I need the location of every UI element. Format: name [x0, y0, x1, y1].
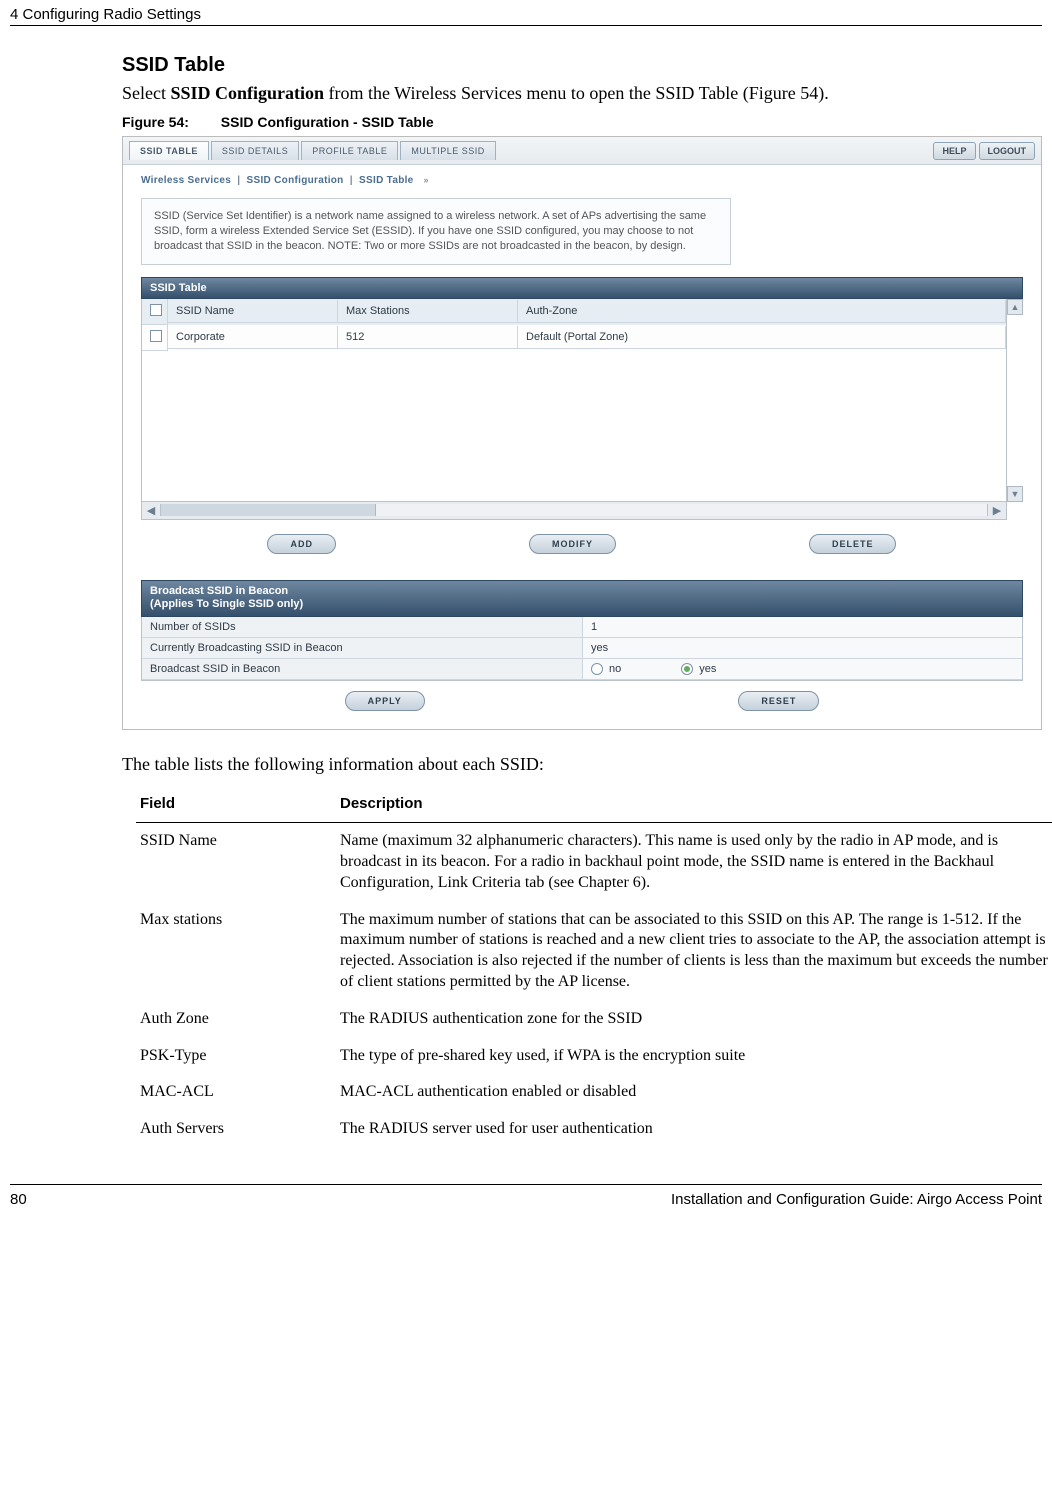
figure-title: SSID Configuration - SSID Table: [221, 114, 434, 130]
fd-desc: The RADIUS authentication zone for the S…: [336, 1001, 1052, 1038]
breadcrumb-0: Wireless Services: [141, 175, 231, 186]
section-title-broadcast: Broadcast SSID in Beacon (Applies To Sin…: [141, 580, 1023, 618]
fd-head-field: Field: [136, 789, 336, 823]
tab-ssid-details[interactable]: SSID DETAILS: [211, 141, 299, 160]
figure-number: Figure 54:: [122, 114, 189, 130]
apply-button[interactable]: APPLY: [345, 691, 425, 711]
fd-desc: The type of pre-shared key used, if WPA …: [336, 1038, 1052, 1075]
header-rule: [10, 25, 1042, 26]
fd-field: MAC-ACL: [136, 1074, 336, 1111]
table-action-row: ADD MODIFY DELETE: [141, 520, 1023, 568]
num-ssids-label: Number of SSIDs: [142, 617, 582, 638]
tab-ssid-table[interactable]: SSID TABLE: [129, 141, 209, 160]
figure-caption: Figure 54: SSID Configuration - SSID Tab…: [122, 114, 1042, 130]
num-ssids-value: 1: [582, 617, 1022, 638]
field-description-table: Field Description SSID NameName (maximum…: [136, 789, 1052, 1148]
fd-desc: Name (maximum 32 alphanumeric characters…: [336, 823, 1052, 902]
intro-bold: SSID Configuration: [170, 83, 324, 103]
fd-desc: The RADIUS server used for user authenti…: [336, 1111, 1052, 1148]
page-number: 80: [10, 1191, 27, 1208]
fd-field: SSID Name: [136, 823, 336, 902]
breadcrumb-chevron-icon: »: [421, 175, 429, 185]
fd-field: PSK-Type: [136, 1038, 336, 1075]
ssid-table-head: SSID Name Max Stations Auth-Zone: [142, 299, 1006, 325]
broadcast-title-l1: Broadcast SSID in Beacon: [150, 585, 288, 597]
table-row[interactable]: Corporate 512 Default (Portal Zone): [142, 325, 1006, 351]
delete-button[interactable]: DELETE: [809, 534, 897, 554]
table-row: Auth ServersThe RADIUS server used for u…: [136, 1111, 1052, 1148]
breadcrumb: Wireless Services | SSID Configuration |…: [123, 165, 1041, 192]
screenshot-ssid-config: SSID TABLE SSID DETAILS PROFILE TABLE MU…: [122, 136, 1042, 730]
intro-t1: Select: [122, 83, 170, 103]
logout-button[interactable]: LOGOUT: [979, 142, 1036, 160]
table-row: Auth ZoneThe RADIUS authentication zone …: [136, 1001, 1052, 1038]
fd-desc: The maximum number of stations that can …: [336, 902, 1052, 1001]
subsection-title: SSID Table: [122, 54, 1042, 77]
radio-icon: [591, 663, 603, 675]
cell-max-stations: 512: [338, 326, 518, 349]
fd-field: Auth Zone: [136, 1001, 336, 1038]
broadcast-action-row: APPLY RESET: [141, 681, 1023, 715]
currently-broadcasting-value: yes: [582, 638, 1022, 659]
radio-yes-label: yes: [699, 663, 716, 675]
currently-broadcasting-label: Currently Broadcasting SSID in Beacon: [142, 638, 582, 659]
cell-auth-zone: Default (Portal Zone): [518, 326, 1006, 349]
table-row: PSK-TypeThe type of pre-shared key used,…: [136, 1038, 1052, 1075]
table-empty-area: [142, 351, 1006, 501]
vscroll-down-icon[interactable]: ▼: [1007, 486, 1023, 502]
tab-multiple-ssid[interactable]: MULTIPLE SSID: [400, 141, 495, 160]
hscroll-right-icon[interactable]: ▶: [988, 504, 1006, 517]
col-max-stations: Max Stations: [338, 300, 518, 323]
modify-button[interactable]: MODIFY: [529, 534, 616, 554]
select-all-checkbox[interactable]: [150, 304, 162, 316]
cell-ssid-name: Corporate: [168, 326, 338, 349]
fd-head-desc: Description: [336, 789, 1052, 823]
radio-no-label: no: [609, 663, 621, 675]
ssid-table: SSID Name Max Stations Auth-Zone Corpora…: [141, 299, 1007, 502]
post-text: The table lists the following informatio…: [122, 754, 1042, 775]
vscroll-up-icon[interactable]: ▲: [1007, 299, 1023, 315]
footer-title: Installation and Configuration Guide: Ai…: [671, 1191, 1042, 1208]
broadcast-radio-no[interactable]: no: [591, 663, 621, 675]
reset-button[interactable]: RESET: [738, 691, 819, 711]
fd-desc: MAC-ACL authentication enabled or disabl…: [336, 1074, 1052, 1111]
fd-field: Max stations: [136, 902, 336, 1001]
radio-icon: [681, 663, 693, 675]
row-checkbox[interactable]: [150, 330, 162, 342]
table-row: Max stationsThe maximum number of statio…: [136, 902, 1052, 1001]
info-note: SSID (Service Set Identifier) is a netwo…: [141, 198, 731, 265]
broadcast-kv: Number of SSIDs 1 Currently Broadcasting…: [141, 617, 1023, 681]
breadcrumb-1: SSID Configuration: [247, 175, 344, 186]
tab-bar: SSID TABLE SSID DETAILS PROFILE TABLE MU…: [123, 137, 1041, 165]
add-button[interactable]: ADD: [267, 534, 336, 554]
running-header-left: 4 Configuring Radio Settings: [10, 6, 201, 23]
section-title-ssid-table: SSID Table: [141, 277, 1023, 299]
table-row: SSID NameName (maximum 32 alphanumeric c…: [136, 823, 1052, 902]
broadcast-radio-yes[interactable]: yes: [681, 663, 716, 675]
fd-field: Auth Servers: [136, 1111, 336, 1148]
broadcast-title-l2: (Applies To Single SSID only): [150, 598, 303, 610]
hscroll-thumb[interactable]: [161, 504, 376, 516]
hscrollbar[interactable]: ◀ ▶: [141, 502, 1007, 520]
col-ssid-name: SSID Name: [168, 300, 338, 323]
hscroll-left-icon[interactable]: ◀: [142, 504, 160, 517]
intro-paragraph: Select SSID Configuration from the Wirel…: [122, 83, 1042, 104]
tab-profile-table[interactable]: PROFILE TABLE: [301, 141, 398, 160]
help-button[interactable]: HELP: [933, 142, 975, 160]
intro-t2: from the Wireless Services menu to open …: [324, 83, 829, 103]
breadcrumb-2: SSID Table: [359, 175, 414, 186]
broadcast-option-label: Broadcast SSID in Beacon: [142, 659, 582, 680]
table-row: MAC-ACLMAC-ACL authentication enabled or…: [136, 1074, 1052, 1111]
col-auth-zone: Auth-Zone: [518, 300, 1006, 323]
